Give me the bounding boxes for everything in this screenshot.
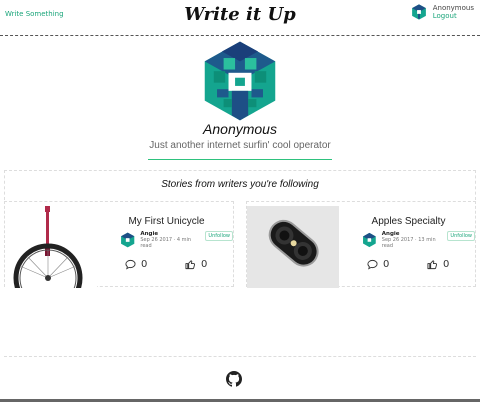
author-avatar-icon[interactable] (120, 232, 135, 248)
comments-count[interactable]: 0 (125, 259, 147, 270)
following-title: Stories from writers you're following (161, 179, 319, 190)
profile-name: Anonymous (203, 121, 277, 137)
unfollow-button[interactable]: Unfollow (447, 231, 475, 241)
user-menu[interactable]: Anonymous Logout (411, 4, 474, 20)
story-author: Angie Sep 26 2017 · 13 min read Unfollow (362, 231, 475, 249)
user-avatar-icon[interactable] (411, 4, 427, 20)
comments-value: 0 (383, 259, 390, 270)
likes-count[interactable]: 0 (185, 259, 207, 270)
story-meta: Sep 26 2017 · 4 min read (140, 237, 192, 249)
comment-icon (125, 259, 136, 270)
author-avatar-icon[interactable] (362, 232, 377, 248)
comment-icon (367, 259, 378, 270)
story-title[interactable]: Apples Specialty (342, 216, 475, 227)
profile-avatar-icon (204, 41, 276, 121)
github-icon[interactable] (226, 371, 242, 387)
phone-camera-image[interactable] (247, 206, 339, 288)
story-card[interactable]: Apples Specialty Angie Sep 26 2017 · 13 … (246, 201, 476, 288)
story-title[interactable]: My First Unicycle (100, 216, 233, 227)
likes-value: 0 (443, 259, 450, 270)
profile-divider (148, 159, 332, 160)
profile-bio: Just another internet surfin' cool opera… (149, 140, 331, 151)
story-author: Angie Sep 26 2017 · 4 min read Unfollow (120, 231, 233, 249)
likes-value: 0 (201, 259, 208, 270)
user-name: Anonymous (432, 4, 474, 12)
logout-link[interactable]: Logout (433, 12, 474, 20)
site-logo[interactable]: Write it Up (0, 4, 480, 25)
story-meta: Sep 26 2017 · 13 min read (381, 237, 436, 249)
comments-count[interactable]: 0 (367, 259, 389, 270)
story-card[interactable]: My First Unicycle Angie Sep 26 2017 · 4 … (4, 201, 234, 288)
comments-value: 0 (141, 259, 148, 270)
thumbs-up-icon (185, 260, 196, 270)
likes-count[interactable]: 0 (427, 259, 449, 270)
top-header: Write Something Write it Up Anonymous Lo… (0, 0, 480, 36)
unfollow-button[interactable]: Unfollow (205, 231, 233, 241)
footer-divider (4, 356, 476, 357)
thumbs-up-icon (427, 260, 438, 270)
unicycle-image[interactable] (5, 206, 97, 288)
